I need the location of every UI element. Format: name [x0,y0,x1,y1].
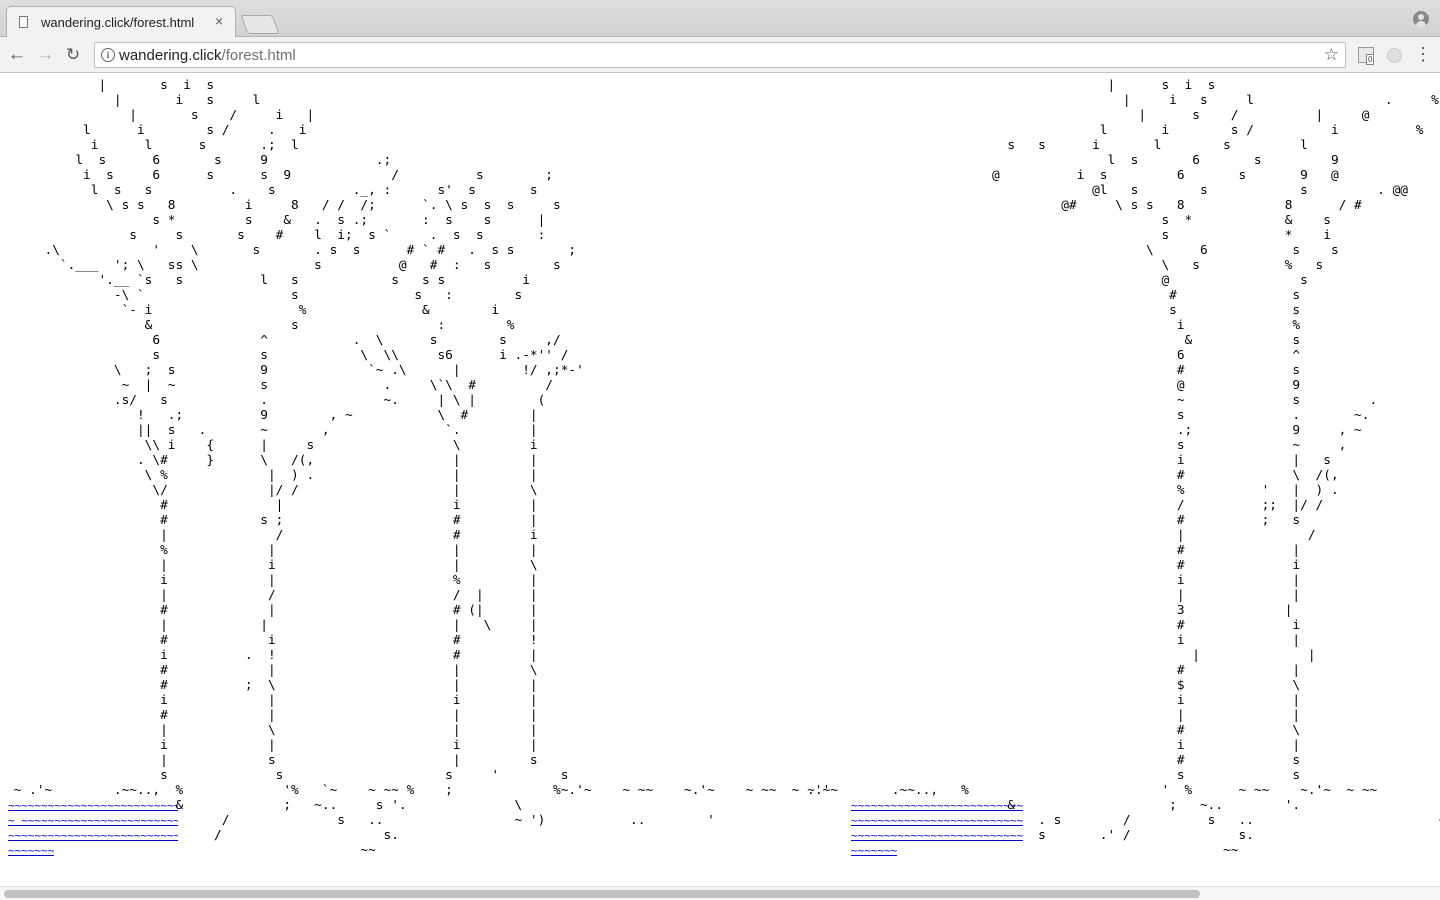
wave-link[interactable]: ~~~~~~~~~~~~~~~~~~~~~~~~~~~~~~~~~ [8,828,178,843]
menu-dots-icon[interactable]: ⋮ [1414,43,1432,65]
wave-link[interactable]: ~~~~~~~~~~~~~~~~~~~~~~~~~~~~~~~~ [851,813,1023,828]
forward-arrow-icon[interactable]: → [34,44,56,66]
tab-strip: wandering.click/forest.html × [0,0,1440,38]
forest-ascii-left: | s i s | i s l | s / i | l i s / . i i … [13,78,839,858]
info-icon[interactable]: i [101,48,115,62]
url-path: /forest.html [221,47,296,64]
wave-links-left: ~~~~~~~~~~~~~~~~~~~~~~~~~~~ ~ ~~~~~~~~~~… [8,798,178,858]
extension-badge: 0 [1366,54,1375,65]
extension-circle-icon[interactable] [1387,48,1402,63]
bookmark-star-icon[interactable]: ☆ [1324,45,1339,65]
extension-icon[interactable]: 0 [1358,47,1375,65]
horizontal-scrollbar[interactable] [0,886,1440,900]
profile-icon[interactable] [1413,11,1429,27]
wave-link[interactable]: ~~~~~~~~~~~~~~~~~~~~~~~~~~~ [8,798,178,813]
wave-links-right: ~~~~~~~~~~~~~~~~~~~~~~~~~~~~ ~~~~~~~~~~~… [851,798,1023,858]
close-icon[interactable]: × [215,13,223,29]
tab-title: wandering.click/forest.html [41,15,195,30]
forest-ascii-right: | s i s | i s l . % | s / | @ l i s / i … [791,78,1440,858]
reload-icon[interactable]: ↻ [62,44,84,66]
browser-toolbar: ← → ↻ i wandering.click/forest.html ☆ [0,37,1440,73]
wave-link[interactable]: ~~~~~~~~~ [8,843,54,858]
page-content: | s i s | i s l | s / i | l i s / . i i … [0,74,1440,886]
new-tab-button[interactable] [240,15,280,34]
wave-link[interactable]: ~ ~~~~~~~~~~~~~~~~~~~~~~~~~~~~~ [8,813,178,828]
url-text[interactable]: wandering.click/forest.html [119,47,296,64]
wave-link[interactable]: ~~~~~~~~~~~~~~~~~~~~~~~~~~~~~~~~~~ [851,828,1023,843]
address-bar[interactable]: i wandering.click/forest.html ☆ [94,42,1346,68]
wave-link[interactable]: ~~~~~~~~~~~~~~~~~~~~~~~~~~~~ [851,798,1023,813]
tab-forest[interactable]: wandering.click/forest.html × [6,6,236,38]
scrollbar-thumb[interactable] [4,890,1200,898]
url-host: wandering.click [119,47,222,64]
wave-link[interactable]: ~~~~~~~~~ [851,843,897,858]
back-arrow-icon[interactable]: ← [6,44,28,66]
page-icon [19,16,28,28]
